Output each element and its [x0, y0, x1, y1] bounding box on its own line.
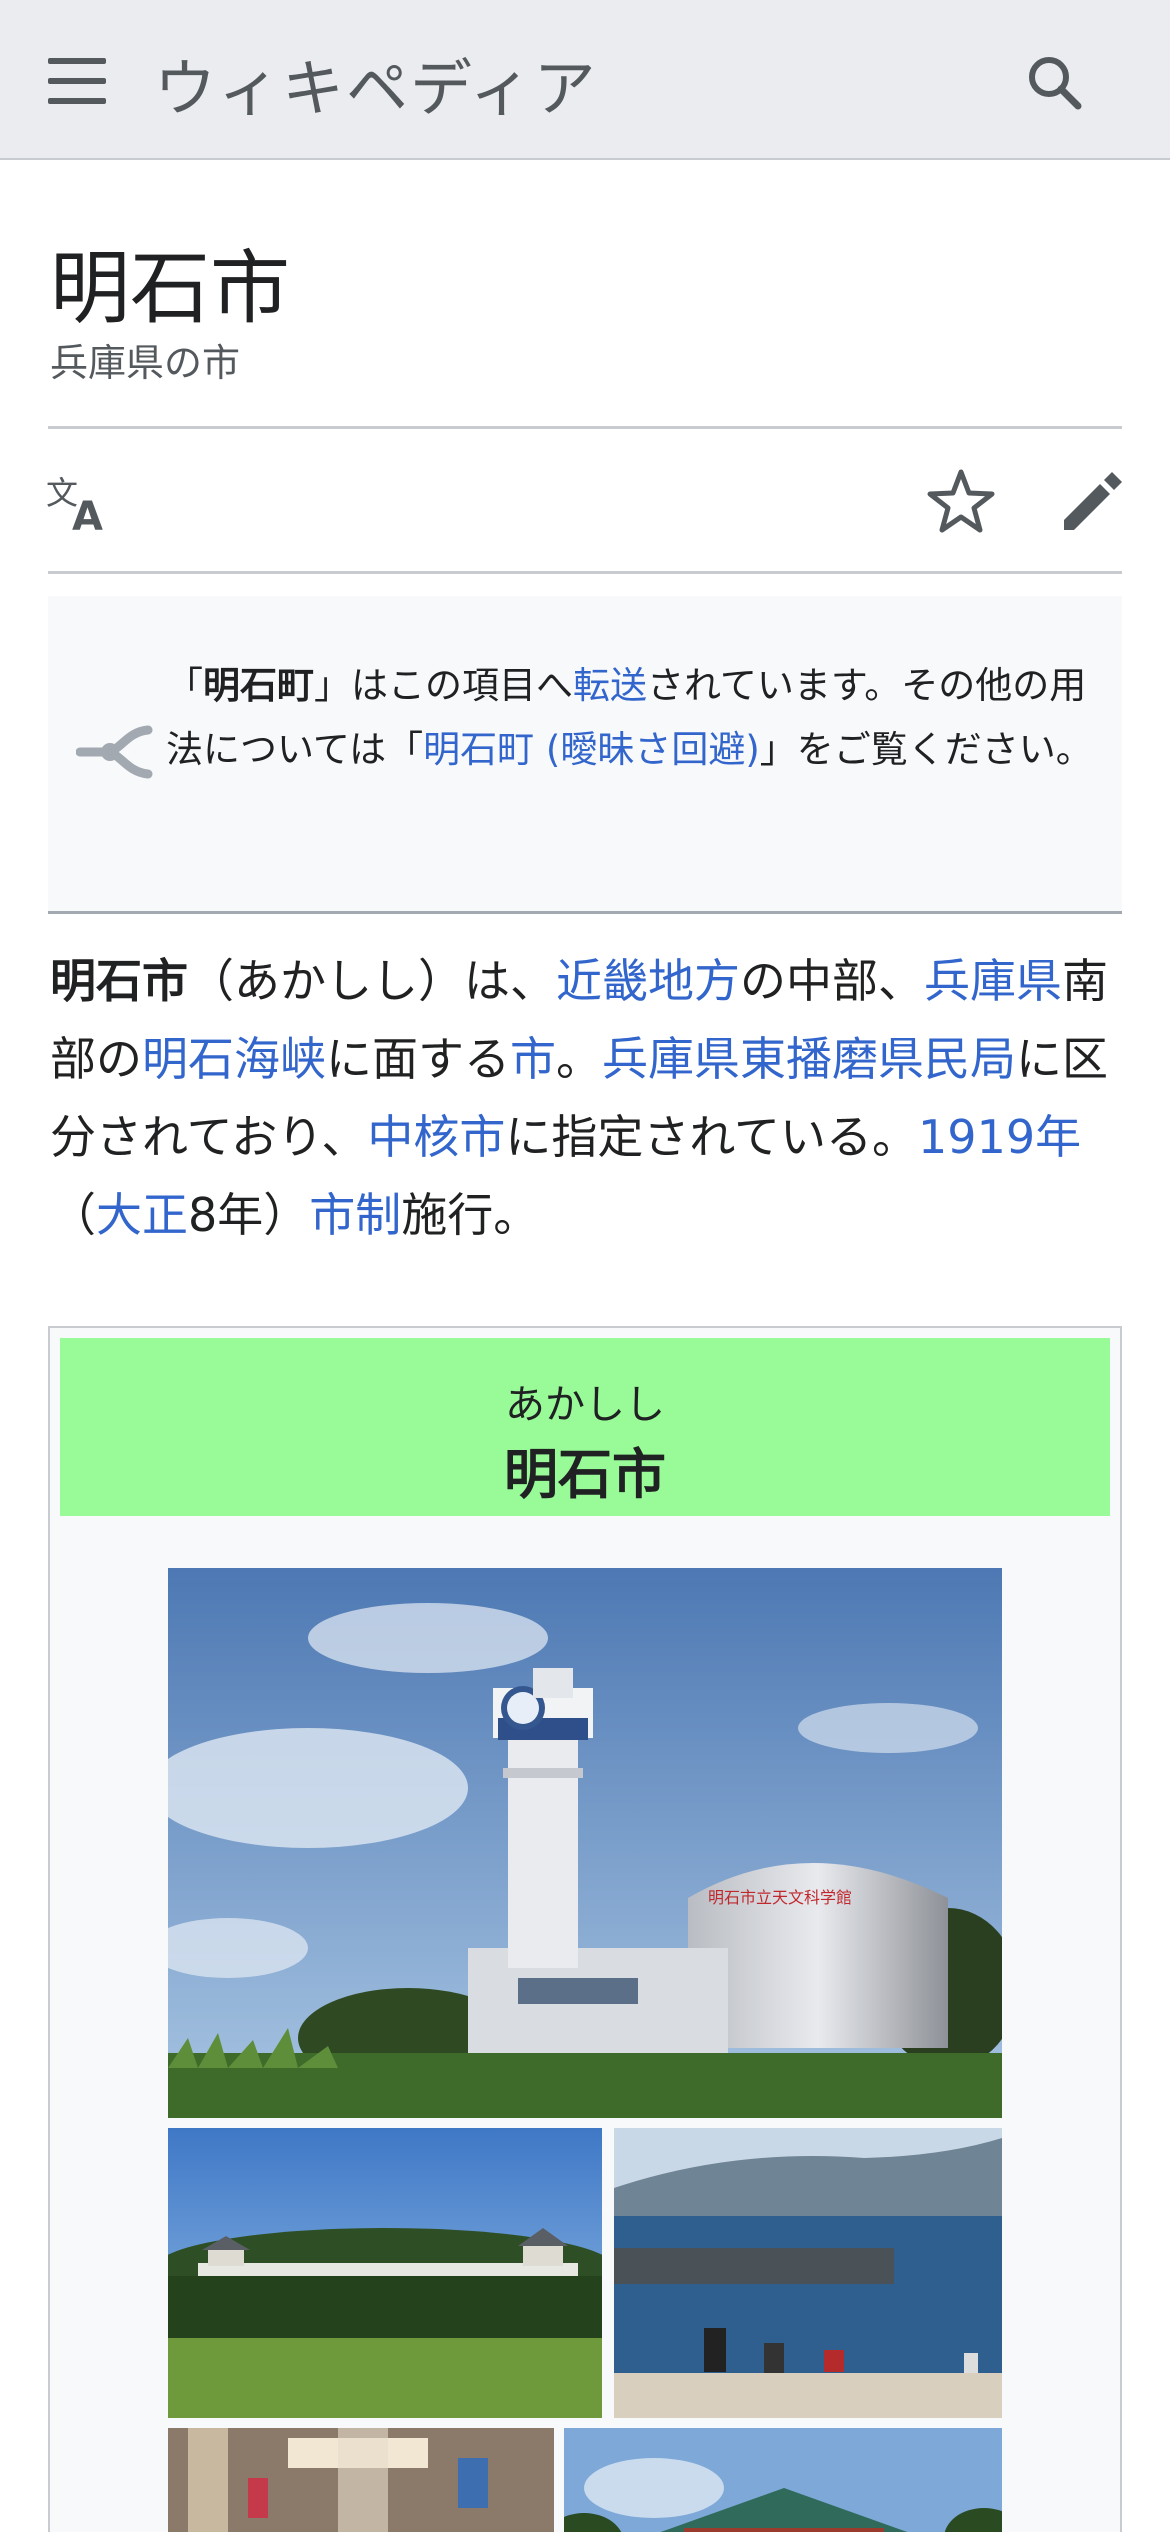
link-higashi-harima[interactable]: 兵庫県東播磨県民局: [602, 1032, 1016, 1086]
infobox-header: あかしし 明石市: [60, 1338, 1110, 1516]
watch-star-icon[interactable]: [926, 466, 996, 536]
shopping-arcade-photo[interactable]: [168, 2428, 554, 2532]
shrine-photo[interactable]: [564, 2428, 1002, 2532]
infobox-name: 明石市: [504, 1443, 666, 1506]
redirect-hatnote: 「明石町」はこの項目へ転送されています。その他の用法については「明石町 (曖昧さ…: [48, 596, 1122, 914]
infobox-kana: あかしし: [505, 1382, 665, 1428]
page-title: 明石市: [50, 242, 290, 335]
page-subtitle: 兵庫県の市: [50, 341, 241, 385]
link-core-city[interactable]: 中核市: [367, 1110, 505, 1164]
lead-paragraph: 明石市（あかしし）は、近畿地方の中部、兵庫県南部の明石海峡に面する市。兵庫県東播…: [50, 954, 1108, 1242]
menu-icon[interactable]: [48, 58, 106, 104]
link-city-system[interactable]: 市制: [309, 1188, 401, 1242]
language-icon[interactable]: 文 A: [46, 470, 112, 540]
divider: [48, 571, 1122, 574]
link-1919[interactable]: 1919年: [918, 1110, 1081, 1164]
link-akashi-strait[interactable]: 明石海峡: [142, 1032, 326, 1086]
edit-pencil-icon[interactable]: [1058, 466, 1128, 536]
link-city[interactable]: 市: [510, 1032, 556, 1086]
redirect-link[interactable]: 転送: [573, 664, 647, 707]
planetarium-photo[interactable]: 明石市立天文科学館: [168, 1568, 1002, 2118]
akashi-castle-photo[interactable]: [168, 2128, 602, 2418]
search-icon[interactable]: [1020, 48, 1090, 118]
divider: [48, 426, 1122, 429]
svg-text:明石市立天文科学館: 明石市立天文科学館: [708, 1888, 852, 1907]
link-taisho[interactable]: 大正: [96, 1188, 188, 1242]
link-kinki[interactable]: 近畿地方: [556, 954, 740, 1008]
hatnote-term: 明石町: [203, 664, 314, 707]
top-header: ウィキペディア: [0, 0, 1170, 160]
akashi-beach-photo[interactable]: [614, 2128, 1002, 2418]
redirect-arrow-icon: [75, 718, 154, 786]
svg-text:A: A: [72, 494, 103, 536]
link-hyogo[interactable]: 兵庫県: [924, 954, 1062, 1008]
wikipedia-wordmark[interactable]: ウィキペディア: [154, 38, 598, 128]
lead-term: 明石市: [50, 954, 188, 1008]
disambiguation-link[interactable]: 明石町 (曖昧さ回避): [423, 728, 760, 771]
infobox: あかしし 明石市 明石市立天文科学館: [48, 1326, 1122, 2532]
hatnote-text: 「明石町」はこの項目へ転送されています。その他の用法については「明石町 (曖昧さ…: [166, 664, 1093, 771]
